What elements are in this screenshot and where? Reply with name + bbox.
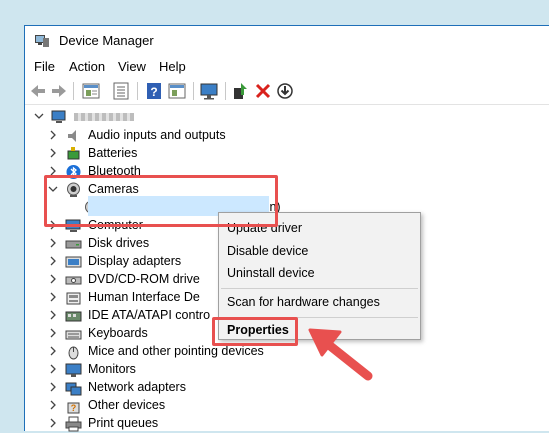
speaker-icon [68,130,76,142]
mouse-icon [68,346,79,360]
svg-text:?: ? [150,85,157,99]
tree-item-label: Keyboards [88,326,148,340]
svg-text:?: ? [71,403,77,413]
menu-view[interactable]: View [118,59,146,74]
chevron-right-icon[interactable] [48,274,58,284]
chevron-right-icon[interactable] [48,346,58,356]
tree-item-label: Human Interface De [88,290,200,304]
tree-item-label: Display adapters [88,254,182,268]
arrow-pointer-icon [308,328,373,381]
blurred-computer-name [74,113,134,121]
title-bar[interactable]: Device Manager [25,26,549,56]
download-icon[interactable] [275,81,295,101]
properties-highlight-box [212,317,298,346]
tree-item-label: Disk drives [88,236,150,250]
display-adapter-icon [65,256,82,268]
tree-item-label: Monitors [88,362,136,376]
other-devices-icon: ? [67,402,80,414]
monitor-icon[interactable] [199,81,219,101]
tree-item-label: DVD/CD-ROM drive [88,272,200,286]
chevron-right-icon[interactable] [48,292,58,302]
printer-icon [65,416,82,432]
tree-item-label: IDE ATA/ATAPI contro [88,308,211,322]
cameras-highlight-box [44,175,278,227]
monitor-icon [65,363,82,377]
menu-bar: File Action View Help [25,57,549,77]
toolbar: ? [25,78,549,103]
chevron-right-icon[interactable] [48,418,58,428]
menu-item-disable-device[interactable]: Disable device [227,244,308,258]
hid-icon [66,292,81,305]
chevron-right-icon[interactable] [48,364,58,374]
computer-icon [51,110,66,123]
tree-item-label: Audio inputs and outputs [88,128,226,142]
menu-item-uninstall-device[interactable]: Uninstall device [227,266,315,280]
toolbar-separator [73,82,74,100]
chevron-right-icon[interactable] [48,400,58,410]
window-title: Device Manager [59,33,154,48]
menu-separator [221,288,418,289]
remove-device-icon[interactable] [253,81,273,101]
chevron-right-icon[interactable] [48,382,58,392]
tree-item-label: Network adapters [88,380,186,394]
menu-help[interactable]: Help [159,59,186,74]
tree-item-label: Mice and other pointing devices [88,344,264,358]
panel-icon[interactable] [167,81,187,101]
forward-arrow-icon[interactable] [49,81,69,101]
chevron-right-icon[interactable] [48,130,58,140]
dvd-drive-icon [65,276,82,285]
chevron-right-icon[interactable] [48,148,58,158]
toolbar-separator [137,82,138,100]
chevron-right-icon[interactable] [48,256,58,266]
menu-action[interactable]: Action [69,59,105,74]
properties-icon[interactable] [81,81,101,101]
help-icon[interactable]: ? [144,81,164,101]
keyboard-icon [65,330,82,340]
toolbar-separator [193,82,194,100]
tree-item-label: Print queues [88,416,159,430]
menu-file[interactable]: File [34,59,55,74]
document-icon[interactable] [111,81,131,101]
network-adapter-icon [65,382,82,396]
update-driver-icon[interactable] [231,81,251,101]
battery-icon [67,147,80,160]
toolbar-separator [225,82,226,100]
back-arrow-icon[interactable] [28,81,48,101]
chevron-right-icon[interactable] [48,310,58,320]
device-manager-icon [35,35,49,47]
ide-controller-icon [65,311,82,322]
chevron-right-icon[interactable] [48,238,58,248]
disk-drive-icon [65,240,82,249]
tree-item-label: Batteries [88,146,138,160]
chevron-right-icon[interactable] [48,328,58,338]
tree-item-label: Other devices [88,398,166,412]
chevron-down-icon[interactable] [34,111,44,121]
menu-item-scan-hardware[interactable]: Scan for hardware changes [227,295,380,309]
